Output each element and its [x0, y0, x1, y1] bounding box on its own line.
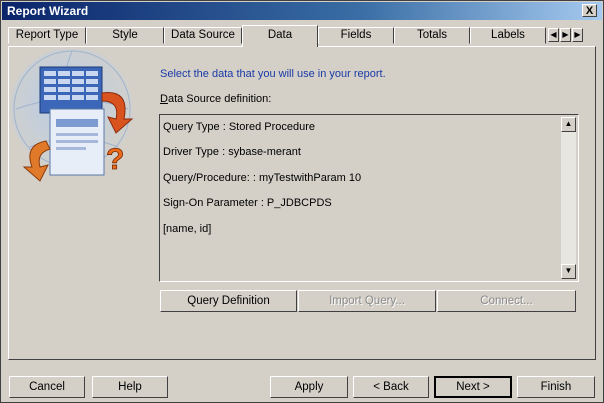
tab-style[interactable]: Style	[86, 27, 164, 44]
window-title: Report Wizard	[7, 4, 89, 18]
tab-scroll-right-icon[interactable]: ▶	[560, 28, 571, 42]
tab-report-type[interactable]: Report Type	[8, 27, 86, 44]
definition-line: Sign-On Parameter : P_JDBCPDS	[163, 197, 332, 209]
definition-label-text: ata Source definition:	[167, 93, 272, 105]
tab-totals[interactable]: Totals	[394, 27, 470, 44]
instruction-text: Select the data that you will use in you…	[160, 68, 386, 80]
close-button[interactable]: X	[582, 4, 597, 17]
vertical-scrollbar[interactable]: ▲ ▼	[561, 117, 576, 279]
tab-data[interactable]: Data	[242, 25, 318, 47]
definition-line: Driver Type : sybase-merant	[163, 146, 301, 158]
cancel-button[interactable]: Cancel	[9, 376, 85, 398]
query-definition-button[interactable]: Query Definition	[160, 290, 297, 312]
definition-label: Data Source definition:	[160, 93, 271, 105]
tab-strip: Report Type Style Data Source Data Field…	[8, 25, 598, 47]
definition-line: [name, id]	[163, 223, 212, 235]
definition-listbox[interactable]: Query Type : Stored Procedure Driver Typ…	[159, 114, 579, 282]
tab-scroll-left-icon[interactable]: ◀	[548, 28, 559, 42]
tab-data-source[interactable]: Data Source	[164, 27, 242, 44]
definition-line: Query Type : Stored Procedure	[163, 121, 316, 133]
svg-text:?: ?	[106, 143, 124, 176]
apply-button[interactable]: Apply	[270, 376, 348, 398]
title-bar: Report Wizard X	[2, 2, 602, 20]
tab-scroll-end-icon[interactable]: ▶	[572, 28, 583, 42]
definition-label-hotkey: D	[160, 93, 168, 105]
tab-fields[interactable]: Fields	[318, 27, 394, 44]
import-query-button[interactable]: Import Query...	[298, 290, 436, 312]
scroll-down-icon[interactable]: ▼	[561, 264, 576, 279]
data-wizard-illustration-icon: ?	[10, 49, 134, 182]
help-button[interactable]: Help	[92, 376, 168, 398]
back-button[interactable]: < Back	[353, 376, 429, 398]
tab-labels[interactable]: Labels	[470, 27, 546, 44]
definition-line: Query/Procedure: : myTestwithParam 10	[163, 172, 362, 184]
scroll-up-icon[interactable]: ▲	[561, 117, 576, 132]
next-button[interactable]: Next >	[434, 376, 512, 398]
connect-button[interactable]: Connect...	[437, 290, 576, 312]
finish-button[interactable]: Finish	[517, 376, 595, 398]
